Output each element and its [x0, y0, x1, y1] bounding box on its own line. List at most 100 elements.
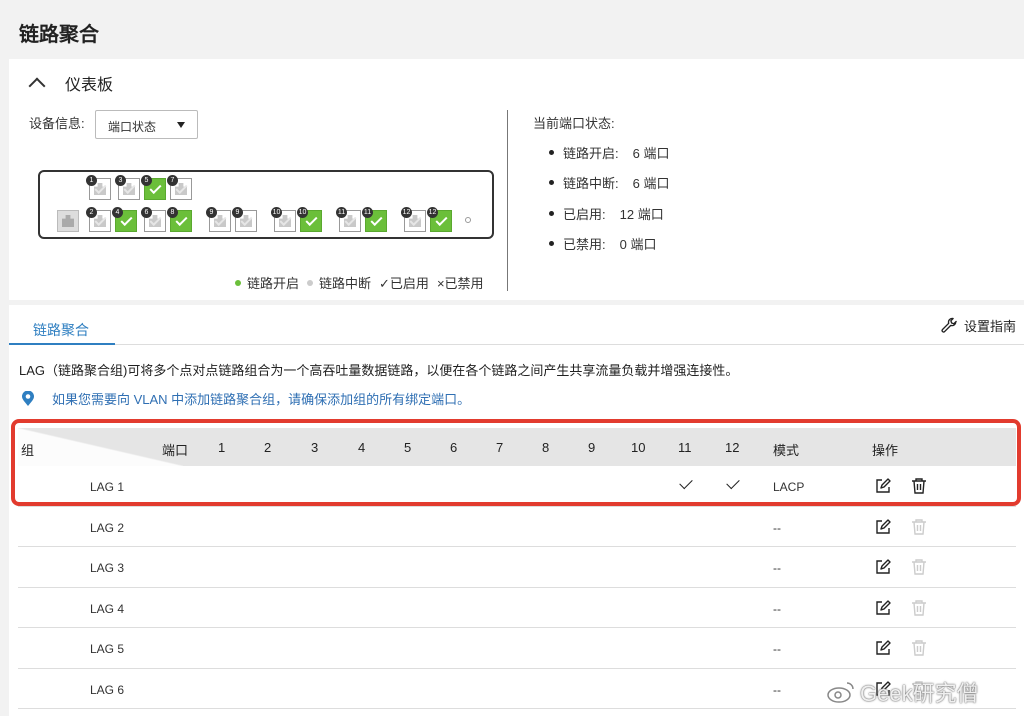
lag-description: LAG（链路聚合组)可将多个点对点链路组合为一个高吞吐量数据链路，以便在各个链路… [19, 363, 739, 378]
delete-icon[interactable] [911, 640, 927, 656]
lag-name: LAG 4 [90, 601, 125, 616]
port-number: 9 [232, 207, 243, 218]
lag-mode: -- [773, 601, 781, 616]
lag-mode: -- [773, 642, 781, 656]
port-status-title: 当前端口状态: [533, 116, 615, 131]
switch-port[interactable]: 9 [232, 207, 257, 232]
link-up-dot [235, 279, 241, 286]
col-port-number: 12 [725, 440, 740, 455]
wrench-icon [941, 317, 957, 333]
watermark: Geek研究僧 [826, 676, 979, 708]
port-status-value: 0 端口 [619, 237, 657, 253]
tab-link-aggregation[interactable]: 链路聚合 [9, 305, 115, 345]
port-status-value: 6 端口 [632, 145, 670, 161]
lag-mode: LACP [773, 480, 805, 494]
col-port: 端口 [162, 443, 189, 458]
table-row: LAG 4 -- [18, 587, 1016, 628]
port-enabled-check-icon [435, 213, 448, 227]
col-port-number: 11 [678, 440, 692, 455]
link-down-dot [307, 279, 314, 286]
port-number: 6 [141, 207, 152, 218]
legend-link-up: 链路开启 [247, 276, 300, 291]
edit-icon[interactable] [875, 518, 891, 535]
panel-divider [507, 110, 508, 291]
switch-port[interactable]: 1 [86, 175, 111, 200]
lag-name: LAG 1 [90, 480, 125, 494]
power-led [465, 217, 471, 223]
col-port-number: 7 [496, 440, 504, 455]
port-status-item: 链路中断: 6 端口 [549, 168, 669, 199]
weibo-logo-icon [827, 682, 854, 703]
switch-port[interactable]: 12 [401, 207, 426, 232]
lag-table: 组 端口 模式 操作 1 2 3 4 5 6 7 8 9 10 11 12 LAG 1 LACP LAG … [18, 428, 1016, 709]
port-number: 10 [271, 207, 282, 218]
switch-port[interactable]: 2 [86, 207, 111, 232]
delete-icon[interactable] [911, 599, 927, 616]
switch-port[interactable]: 5 [141, 175, 166, 200]
port-status-item: 链路开启: 6 端口 [549, 137, 669, 168]
edit-icon[interactable] [875, 559, 891, 575]
switch-port[interactable]: 11 [336, 207, 361, 232]
lag-tip-text: 如果您需要向 VLAN 中添加链路聚合组，请确保添加组的所有绑定端口。 [52, 392, 471, 407]
col-port-number: 10 [631, 440, 646, 455]
port-status-list: 链路开启: 6 端口 链路中断: 6 端口 已启用: 12 端口 已禁用: 0 端口 [549, 137, 669, 259]
header-diagonal [18, 428, 183, 466]
port-number: 4 [112, 207, 123, 218]
table-row: LAG 2 -- [18, 506, 1016, 547]
switch-port[interactable]: 11 [362, 207, 387, 232]
port-number: 12 [401, 207, 412, 218]
tab-divider [115, 344, 1024, 345]
lag-tip: 如果您需要向 VLAN 中添加链路聚合组，请确保添加组的所有绑定端口。 [21, 389, 470, 408]
col-mode: 模式 [773, 443, 800, 458]
watermark-text: Geek研究僧 [860, 681, 979, 706]
switch-port[interactable]: 12 [427, 207, 452, 232]
lag-mode: -- [773, 520, 781, 535]
lag-mode: -- [773, 682, 781, 697]
device-info-select[interactable]: 端口状态 [95, 110, 198, 139]
edit-icon[interactable] [875, 640, 891, 656]
col-port-number: 9 [588, 440, 596, 455]
col-port-number: 8 [542, 440, 550, 455]
col-port-number: 3 [311, 440, 319, 455]
page-title: 链路聚合 [19, 24, 99, 46]
switch-port[interactable]: 8 [167, 207, 192, 232]
col-port-number: 2 [264, 440, 272, 455]
port-member-check-icon [726, 475, 740, 490]
setup-guide-link[interactable]: 设置指南 [940, 316, 1016, 335]
sfp-port[interactable] [57, 210, 79, 232]
port-status-value: 6 端口 [632, 176, 670, 192]
port-status-label: 已启用: [563, 206, 606, 222]
switch-port[interactable]: 4 [112, 207, 137, 232]
delete-icon[interactable] [911, 559, 927, 575]
setup-guide-label: 设置指南 [963, 319, 1016, 334]
port-number: 10 [297, 207, 308, 218]
port-enabled-check-icon [149, 181, 162, 195]
table-row: LAG 1 LACP [18, 466, 1016, 507]
location-info-icon [22, 390, 34, 406]
switch-port[interactable]: 6 [141, 207, 166, 232]
port-status-item: 已启用: 12 端口 [549, 198, 669, 229]
legend-enabled: ✓已启用 [379, 276, 429, 291]
switch-port[interactable]: 10 [271, 207, 296, 232]
port-number: 11 [362, 207, 373, 218]
lag-panel: 链路聚合 设置指南 LAG（链路聚合组)可将多个点对点链路组合为一个高吞吐量数据… [9, 305, 1024, 716]
port-member-check-icon [679, 475, 693, 490]
edit-icon[interactable] [875, 599, 891, 616]
lag-table-header: 组 端口 模式 操作 1 2 3 4 5 6 7 8 9 10 11 12 [18, 428, 1016, 466]
port-number: 3 [115, 175, 126, 186]
port-number: 5 [141, 175, 152, 186]
delete-icon[interactable] [911, 518, 927, 535]
switch-port[interactable]: 9 [206, 207, 231, 232]
table-row: LAG 3 -- [18, 547, 1016, 588]
port-status-label: 链路开启: [563, 145, 619, 161]
delete-icon[interactable] [911, 478, 927, 494]
dashboard-header[interactable]: 仪表板 [28, 71, 113, 95]
port-status-item: 已禁用: 0 端口 [549, 229, 669, 260]
caret-down-icon [177, 122, 185, 128]
switch-port[interactable]: 10 [297, 207, 322, 232]
edit-icon[interactable] [875, 478, 891, 494]
switch-port[interactable]: 3 [115, 175, 140, 200]
chevron-up-icon[interactable] [28, 77, 46, 95]
col-port-number: 6 [450, 440, 458, 455]
switch-port[interactable]: 7 [167, 175, 192, 200]
